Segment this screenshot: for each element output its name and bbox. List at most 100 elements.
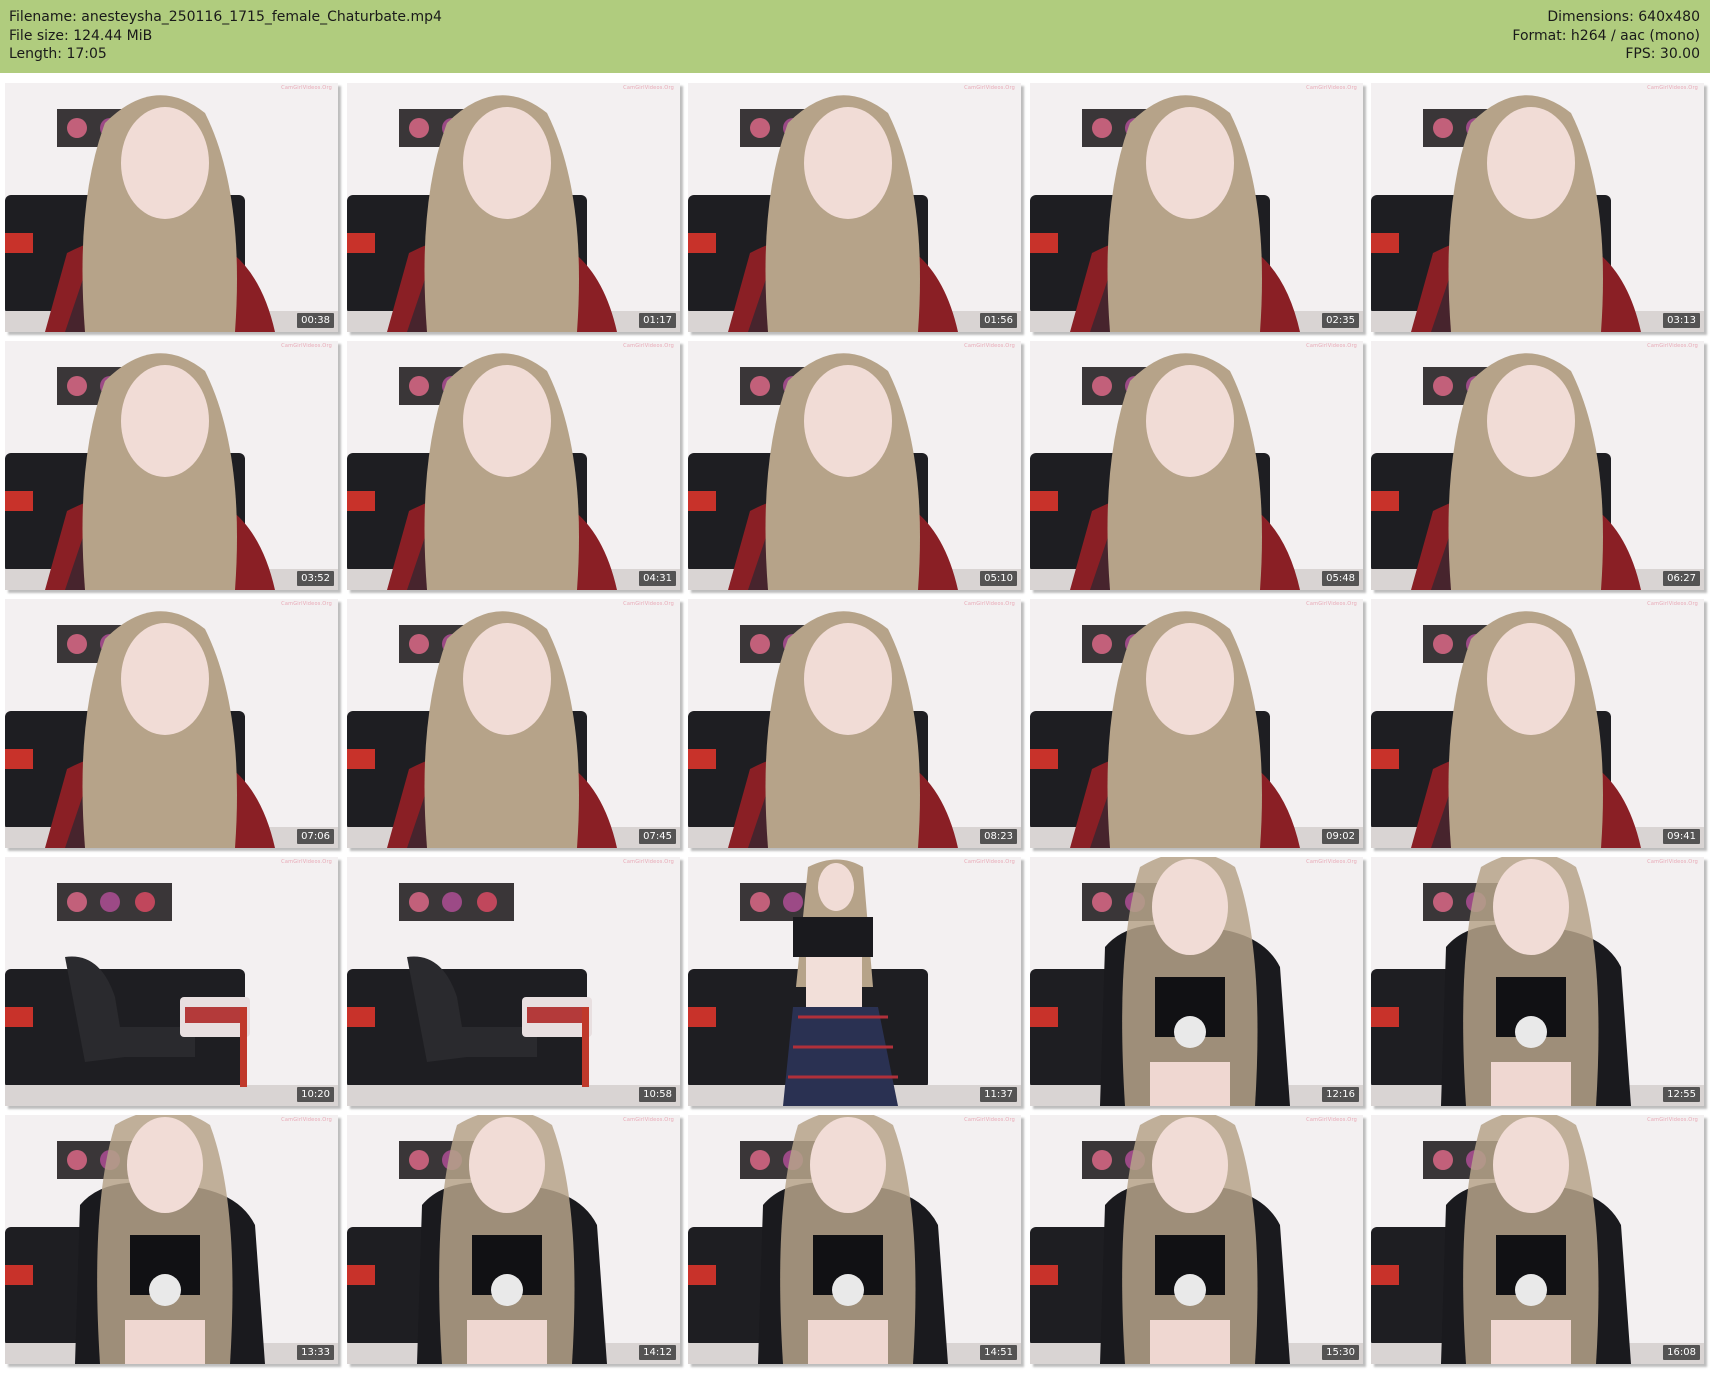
thumbnail-frame-image bbox=[1371, 857, 1704, 1106]
timestamp-badge: 11:37 bbox=[980, 1087, 1017, 1102]
timestamp-badge: 13:33 bbox=[297, 1345, 334, 1360]
thumbnail-frame-image bbox=[347, 599, 680, 848]
watermark-text: CamGirlVideos.Org bbox=[281, 85, 332, 91]
watermark-text: CamGirlVideos.Org bbox=[1647, 859, 1698, 865]
video-thumbnail[interactable]: CamGirlVideos.Org 03:13 bbox=[1371, 83, 1704, 332]
thumbnail-frame-image bbox=[347, 83, 680, 332]
watermark-text: CamGirlVideos.Org bbox=[1647, 343, 1698, 349]
watermark-text: CamGirlVideos.Org bbox=[964, 859, 1015, 865]
watermark-text: CamGirlVideos.Org bbox=[623, 343, 674, 349]
video-thumbnail[interactable]: CamGirlVideos.Org 06:27 bbox=[1371, 341, 1704, 590]
thumbnail-frame-image bbox=[347, 341, 680, 590]
video-thumbnail[interactable]: CamGirlVideos.Org 02:35 bbox=[1030, 83, 1363, 332]
video-thumbnail[interactable]: CamGirlVideos.Org 09:41 bbox=[1371, 599, 1704, 848]
thumbnail-frame-image bbox=[1030, 599, 1363, 848]
thumbnail-frame-image bbox=[5, 83, 338, 332]
thumbnail-frame-image bbox=[1371, 1115, 1704, 1364]
thumbnail-frame-image bbox=[688, 857, 1021, 1106]
video-thumbnail[interactable]: CamGirlVideos.Org 09:02 bbox=[1030, 599, 1363, 848]
video-thumbnail[interactable]: CamGirlVideos.Org 14:12 bbox=[347, 1115, 680, 1364]
watermark-text: CamGirlVideos.Org bbox=[964, 1117, 1015, 1123]
watermark-text: CamGirlVideos.Org bbox=[281, 859, 332, 865]
watermark-text: CamGirlVideos.Org bbox=[623, 85, 674, 91]
timestamp-badge: 03:52 bbox=[297, 571, 334, 586]
watermark-text: CamGirlVideos.Org bbox=[1306, 85, 1357, 91]
thumbnail-frame-image bbox=[5, 599, 338, 848]
video-thumbnail[interactable]: CamGirlVideos.Org 16:08 bbox=[1371, 1115, 1704, 1364]
video-thumbnail[interactable]: CamGirlVideos.Org 05:10 bbox=[688, 341, 1021, 590]
timestamp-badge: 09:41 bbox=[1663, 829, 1700, 844]
watermark-text: CamGirlVideos.Org bbox=[623, 1117, 674, 1123]
watermark-text: CamGirlVideos.Org bbox=[1647, 1117, 1698, 1123]
timestamp-badge: 00:38 bbox=[297, 313, 334, 328]
watermark-text: CamGirlVideos.Org bbox=[1306, 1117, 1357, 1123]
video-thumbnail[interactable]: CamGirlVideos.Org 00:38 bbox=[5, 83, 338, 332]
video-thumbnail[interactable]: CamGirlVideos.Org 12:16 bbox=[1030, 857, 1363, 1106]
watermark-text: CamGirlVideos.Org bbox=[964, 85, 1015, 91]
thumbnail-frame-image bbox=[688, 1115, 1021, 1364]
video-thumbnail[interactable]: CamGirlVideos.Org 05:48 bbox=[1030, 341, 1363, 590]
video-thumbnail[interactable]: CamGirlVideos.Org 14:51 bbox=[688, 1115, 1021, 1364]
timestamp-badge: 06:27 bbox=[1663, 571, 1700, 586]
video-thumbnail[interactable]: CamGirlVideos.Org 01:56 bbox=[688, 83, 1021, 332]
timestamp-badge: 10:58 bbox=[639, 1087, 676, 1102]
timestamp-badge: 04:31 bbox=[639, 571, 676, 586]
timestamp-badge: 07:06 bbox=[297, 829, 334, 844]
watermark-text: CamGirlVideos.Org bbox=[1306, 601, 1357, 607]
thumbnail-frame-image bbox=[1030, 83, 1363, 332]
video-thumbnail[interactable]: CamGirlVideos.Org 15:30 bbox=[1030, 1115, 1363, 1364]
timestamp-badge: 15:30 bbox=[1322, 1345, 1359, 1360]
timestamp-badge: 14:51 bbox=[980, 1345, 1017, 1360]
watermark-text: CamGirlVideos.Org bbox=[1306, 343, 1357, 349]
filesize-text: File size: 124.44 MiB bbox=[9, 27, 153, 44]
thumbnail-frame-image bbox=[1030, 857, 1363, 1106]
timestamp-badge: 02:35 bbox=[1322, 313, 1359, 328]
video-thumbnail[interactable]: CamGirlVideos.Org 12:55 bbox=[1371, 857, 1704, 1106]
timestamp-badge: 16:08 bbox=[1663, 1345, 1700, 1360]
thumbnail-grid: CamGirlVideos.Org 00:38 CamGirlVideos.Org 0… bbox=[0, 73, 1710, 1373]
timestamp-badge: 07:45 bbox=[639, 829, 676, 844]
dimensions-text: Dimensions: 640x480 bbox=[1547, 9, 1700, 25]
timestamp-badge: 05:48 bbox=[1322, 571, 1359, 586]
thumbnail-frame-image bbox=[1371, 341, 1704, 590]
watermark-text: CamGirlVideos.Org bbox=[964, 343, 1015, 349]
thumbnail-frame-image bbox=[5, 341, 338, 590]
video-thumbnail[interactable]: CamGirlVideos.Org 10:20 bbox=[5, 857, 338, 1106]
thumbnail-frame-image bbox=[5, 1115, 338, 1364]
timestamp-badge: 01:56 bbox=[980, 313, 1017, 328]
thumbnail-frame-image bbox=[1371, 83, 1704, 332]
video-thumbnail[interactable]: CamGirlVideos.Org 11:37 bbox=[688, 857, 1021, 1106]
video-thumbnail[interactable]: CamGirlVideos.Org 08:23 bbox=[688, 599, 1021, 848]
watermark-text: CamGirlVideos.Org bbox=[1647, 601, 1698, 607]
video-thumbnail[interactable]: CamGirlVideos.Org 07:45 bbox=[347, 599, 680, 848]
header-left: Filename: anesteysha_250116_1715_female_… bbox=[9, 8, 442, 64]
timestamp-badge: 14:12 bbox=[639, 1345, 676, 1360]
video-thumbnail[interactable]: CamGirlVideos.Org 10:58 bbox=[347, 857, 680, 1106]
watermark-text: CamGirlVideos.Org bbox=[281, 343, 332, 349]
filename-text: Filename: anesteysha_250116_1715_female_… bbox=[9, 9, 442, 25]
watermark-text: CamGirlVideos.Org bbox=[281, 1117, 332, 1123]
video-thumbnail[interactable]: CamGirlVideos.Org 01:17 bbox=[347, 83, 680, 332]
timestamp-badge: 01:17 bbox=[639, 313, 676, 328]
thumbnail-frame-image bbox=[1030, 1115, 1363, 1364]
format-text: Format: h264 / aac (mono) bbox=[1512, 27, 1700, 44]
watermark-text: CamGirlVideos.Org bbox=[1647, 85, 1698, 91]
video-thumbnail[interactable]: CamGirlVideos.Org 04:31 bbox=[347, 341, 680, 590]
video-thumbnail[interactable]: CamGirlVideos.Org 03:52 bbox=[5, 341, 338, 590]
video-thumbnail[interactable]: CamGirlVideos.Org 13:33 bbox=[5, 1115, 338, 1364]
header-right: Dimensions: 640x480 Format: h264 / aac (… bbox=[1512, 8, 1700, 64]
watermark-text: CamGirlVideos.Org bbox=[281, 601, 332, 607]
thumbnail-frame-image bbox=[347, 1115, 680, 1364]
timestamp-badge: 10:20 bbox=[297, 1087, 334, 1102]
thumbnail-frame-image bbox=[1030, 341, 1363, 590]
timestamp-badge: 12:55 bbox=[1663, 1087, 1700, 1102]
watermark-text: CamGirlVideos.Org bbox=[964, 601, 1015, 607]
video-thumbnail[interactable]: CamGirlVideos.Org 07:06 bbox=[5, 599, 338, 848]
timestamp-badge: 03:13 bbox=[1663, 313, 1700, 328]
length-text: Length: 17:05 bbox=[9, 46, 107, 62]
watermark-text: CamGirlVideos.Org bbox=[623, 859, 674, 865]
timestamp-badge: 05:10 bbox=[980, 571, 1017, 586]
thumbnail-frame-image bbox=[5, 857, 338, 1106]
thumbnail-frame-image bbox=[347, 857, 680, 1106]
thumbnail-frame-image bbox=[688, 83, 1021, 332]
